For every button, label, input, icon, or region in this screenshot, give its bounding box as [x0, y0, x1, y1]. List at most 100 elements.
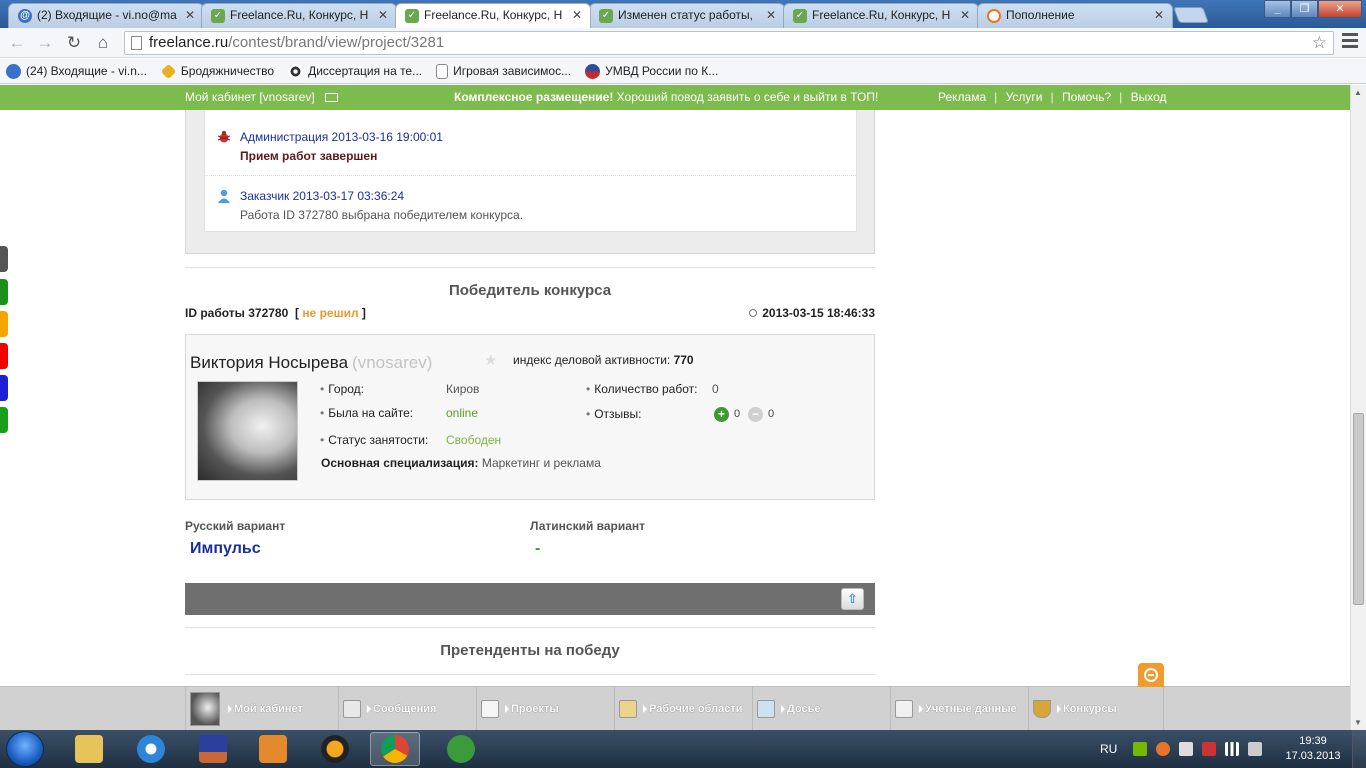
bottom-panel-account[interactable]: Учетные данные [890, 687, 1028, 730]
close-icon[interactable]: ✕ [572, 8, 582, 22]
winner-name: Виктория Носырева (vnosarev) [190, 353, 432, 373]
bookmark-label: Диссертация на те... [308, 64, 423, 78]
bookmark-item[interactable]: Игровая зависимос... [436, 63, 571, 79]
bottom-panel-workspaces[interactable]: Рабочие области [614, 687, 752, 730]
back-arrow-icon[interactable]: ← [6, 32, 28, 54]
bottom-panel-messages[interactable]: Сообщения [338, 687, 476, 730]
close-icon[interactable]: ✕ [185, 8, 195, 22]
browser-tab-2[interactable]: ✓ Freelance.Ru, Конкурс, Н ✕ [201, 3, 397, 28]
language-indicator[interactable]: RU [1100, 742, 1117, 756]
minimize-button[interactable]: _ [1264, 0, 1291, 18]
taskbar-aimp[interactable] [310, 732, 360, 766]
activity-index: индекс деловой активности: 770 [513, 353, 694, 367]
presentation-icon [481, 699, 499, 718]
windows-start-button[interactable] [6, 731, 44, 767]
taskbar-explorer[interactable] [64, 732, 114, 766]
winner-login[interactable]: (vnosarev) [352, 353, 432, 372]
media-player-icon [259, 735, 287, 763]
winner-fullname[interactable]: Виктория Носырева [190, 353, 348, 372]
positive-review-icon[interactable]: + [714, 407, 729, 422]
browser-tab-3-active[interactable]: ✓ Freelance.Ru, Конкурс, Н ✕ [395, 3, 591, 28]
close-icon[interactable]: ✕ [378, 8, 388, 22]
volume-icon[interactable] [1248, 742, 1263, 756]
page-icon [131, 36, 142, 50]
russian-variant-label: Русский вариант [185, 519, 286, 533]
works-count-label: • Количество работ: [586, 382, 698, 396]
logout-link[interactable]: Выход [1131, 90, 1167, 104]
envelope-icon[interactable] [324, 93, 338, 102]
reload-icon[interactable]: ↻ [63, 32, 85, 54]
event-head[interactable]: Заказчик 2013-03-17 03:36:24 [240, 189, 856, 203]
work-date: 2013-03-15 18:46:33 [749, 306, 875, 320]
browser-toolbar: ← → ↻ ⌂ freelance.ru/contest/brand/view/… [0, 28, 1366, 58]
taskbar-save[interactable] [188, 732, 238, 766]
browser-tab-1[interactable]: @ (2) Входящие - vi.no@ma ✕ [8, 3, 204, 28]
promo-link[interactable]: Комплексное размещение! Хороший повод за… [454, 90, 878, 104]
window-close-button[interactable]: ✕ [1318, 0, 1362, 18]
bookmark-item[interactable]: Диссертация на те... [288, 63, 423, 79]
page-scrollbar[interactable]: ▲ ▼ [1350, 85, 1366, 730]
edit-icon [895, 699, 913, 718]
tray-app-icon[interactable] [1156, 742, 1171, 756]
event-head[interactable]: Администрация 2013-03-16 19:00:01 [240, 130, 856, 144]
maximize-button[interactable]: ❐ [1291, 0, 1318, 18]
bookmark-star-icon[interactable]: ☆ [1312, 32, 1327, 54]
folder-icon [75, 735, 103, 763]
bookmark-item[interactable]: (24) Входящие - vi.n... [6, 63, 147, 79]
negative-review-icon[interactable]: − [748, 407, 763, 422]
system-tray: RU [1100, 730, 1271, 768]
forward-arrow-icon[interactable]: → [34, 32, 56, 54]
arrow-right-icon [781, 704, 785, 713]
bookmark-item[interactable]: УМВД России по К... [585, 63, 718, 79]
bottom-panel-dossier[interactable]: Досье [752, 687, 890, 730]
window-controls: _ ❐ ✕ [1264, 0, 1362, 20]
scroll-top-button[interactable]: ⇧ [841, 588, 864, 610]
online-status: online [446, 406, 479, 420]
taskbar-chrome[interactable] [370, 732, 420, 766]
bookmark-item[interactable]: Бродяжничество [160, 63, 274, 79]
services-link[interactable]: Услуги [1006, 90, 1043, 104]
dossier-icon [757, 699, 775, 718]
city-value: Киров [446, 382, 480, 396]
bookmarks-bar: (24) Входящие - vi.n... Бродяжничество Д… [0, 59, 1366, 84]
address-bar[interactable]: freelance.ru/contest/brand/view/project/… [124, 31, 1334, 55]
scroll-up-icon[interactable]: ▲ [1354, 88, 1362, 97]
events-list: Администрация 2013-03-16 19:00:01 Прием … [204, 110, 857, 232]
close-icon[interactable]: ✕ [960, 8, 970, 22]
close-icon[interactable]: ✕ [766, 8, 776, 22]
show-desktop-button[interactable] [1352, 730, 1366, 768]
nvidia-icon[interactable] [1133, 742, 1148, 756]
home-icon[interactable]: ⌂ [92, 32, 114, 54]
trophy-icon [1033, 699, 1051, 718]
close-icon[interactable]: ✕ [1154, 8, 1164, 22]
my-cabinet-link[interactable]: Мой кабинет [vnosarev] [185, 90, 338, 104]
bottom-panel-cabinet[interactable]: Мой кабинет [185, 687, 338, 730]
label-text: Была на сайте: [328, 406, 414, 420]
winner-avatar[interactable] [197, 381, 298, 481]
taskbar-media[interactable] [248, 732, 298, 766]
taskbar-utorrent[interactable] [436, 732, 486, 766]
taskbar-ie[interactable] [126, 732, 176, 766]
collapse-panel-button[interactable] [1138, 663, 1164, 687]
browser-tab-4[interactable]: ✓ Изменен статус работы, ✕ [589, 3, 785, 28]
bottom-panel-label: Учетные данные [925, 702, 1017, 715]
tab-title: Freelance.Ru, Конкурс, Н [812, 8, 951, 22]
browser-tab-5[interactable]: ✓ Freelance.Ru, Конкурс, Н ✕ [783, 3, 979, 28]
scroll-down-icon[interactable]: ▼ [1354, 718, 1362, 727]
admin-bug-icon [218, 131, 230, 143]
help-link[interactable]: Помочь? [1062, 90, 1111, 104]
chrome-menu-icon[interactable] [1342, 33, 1358, 51]
diamond-icon [160, 63, 177, 79]
bottom-panel-contests[interactable]: Конкурсы [1028, 687, 1164, 730]
scroll-thumb[interactable] [1353, 413, 1364, 605]
new-tab-button[interactable] [1173, 7, 1209, 23]
tray-security-icon[interactable] [1202, 742, 1217, 756]
bottom-panel-projects[interactable]: Проекты [476, 687, 614, 730]
browser-tab-6[interactable]: Пополнение ✕ [977, 3, 1173, 28]
russian-variant-value: Импульс [190, 540, 261, 557]
system-clock[interactable]: 19:39 17.03.2013 [1283, 734, 1343, 764]
flag-icon[interactable] [1179, 742, 1194, 756]
ads-link[interactable]: Реклама [938, 90, 986, 104]
network-signal-icon[interactable] [1225, 742, 1240, 756]
spec-value[interactable]: Маркетинг и реклама [482, 456, 601, 470]
